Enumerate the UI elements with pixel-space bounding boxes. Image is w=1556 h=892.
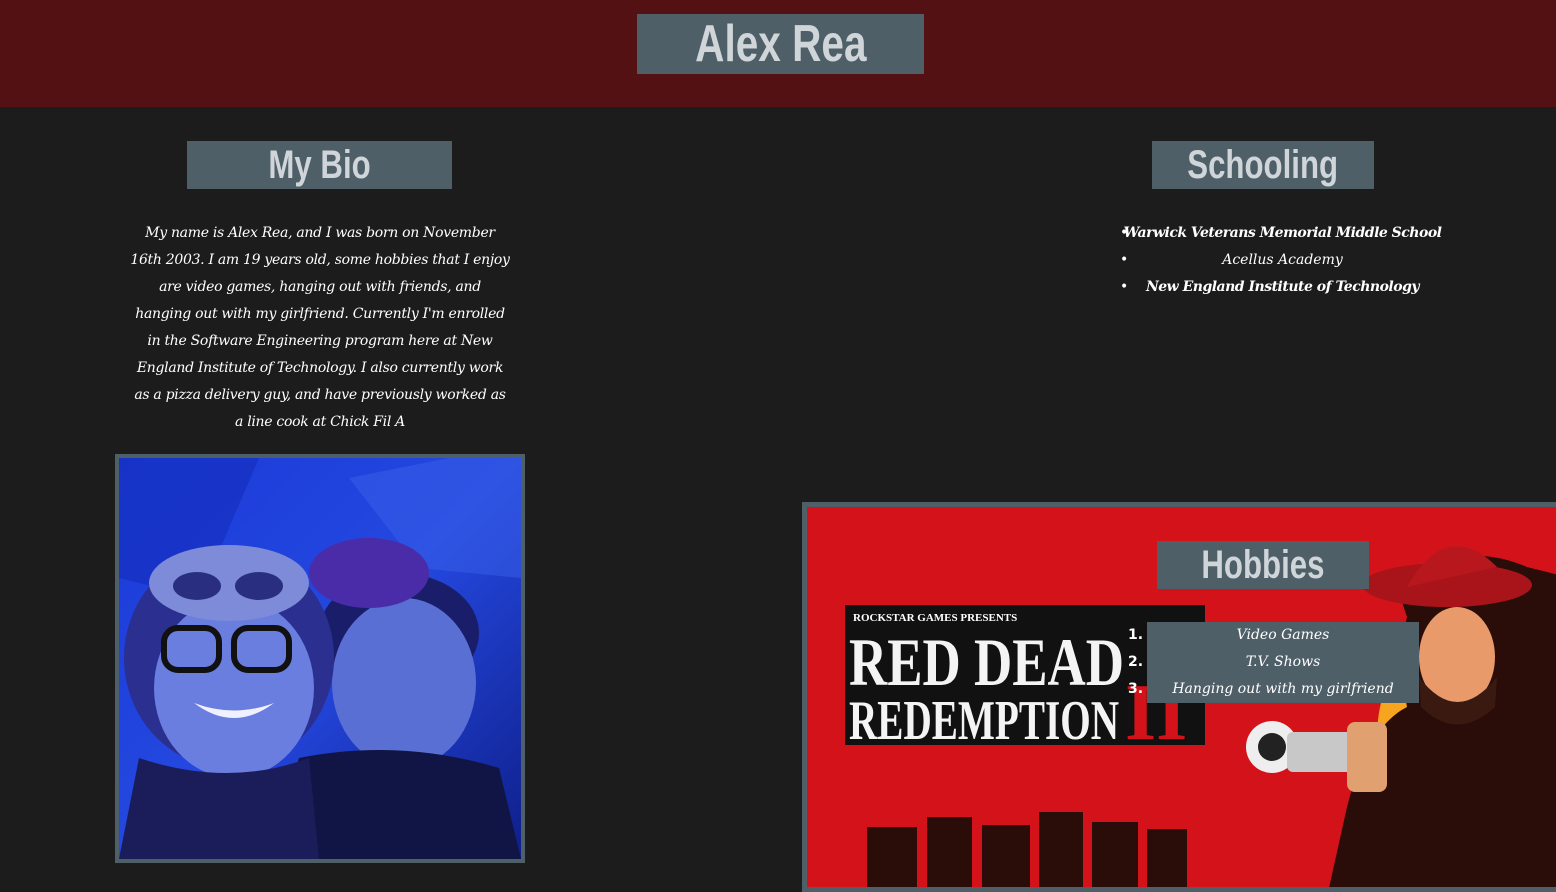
site-title: Alex Rea — [637, 14, 924, 74]
poster-publisher: ROCKSTAR GAMES PRESENTS — [853, 612, 1017, 624]
list-number: 1. — [1128, 627, 1144, 643]
list-number: 2. — [1128, 654, 1144, 670]
hobbies-heading: Hobbies — [1157, 541, 1369, 589]
list-item: • New England Institute of Technology — [1110, 274, 1455, 301]
list-item: • Acellus Academy — [1110, 247, 1455, 274]
bio-text-body: , and I was born on November 16th 2003. … — [130, 225, 510, 430]
bio-photo — [115, 454, 525, 863]
schooling-heading: Schooling — [1152, 141, 1374, 189]
hobbies-list: Video Games T.V. Shows Hanging out with … — [1147, 622, 1419, 703]
bio-name: Alex Rea — [228, 225, 289, 241]
schooling-list: • Warwick Veterans Memorial Middle School… — [1110, 220, 1455, 301]
hobbies-list-box: Video Games T.V. Shows Hanging out with … — [1147, 622, 1419, 703]
bullet-icon: • — [1120, 252, 1129, 268]
list-item: Hanging out with my girlfriend — [1172, 681, 1394, 697]
bio-heading: My Bio — [187, 141, 452, 189]
poster-line1: RED DEAD — [849, 624, 1124, 700]
bullet-icon: • — [1120, 225, 1129, 241]
couple-photo-icon — [119, 458, 521, 859]
list-number: 3. — [1128, 681, 1144, 697]
list-item: T.V. Shows — [1245, 654, 1321, 670]
hobby-numbers: 1. 2. 3. — [1128, 622, 1143, 703]
bullet-icon: • — [1120, 279, 1129, 295]
bio-paragraph: My name is Alex Rea, and I was born on N… — [130, 220, 510, 436]
list-item: • Warwick Veterans Memorial Middle School — [1110, 220, 1455, 247]
bio-employer: Chick Fil A — [330, 414, 405, 430]
bio-text-start: My name is — [145, 225, 229, 241]
list-item: Video Games — [1236, 627, 1330, 643]
poster-line2: REDEMPTION — [849, 690, 1119, 752]
